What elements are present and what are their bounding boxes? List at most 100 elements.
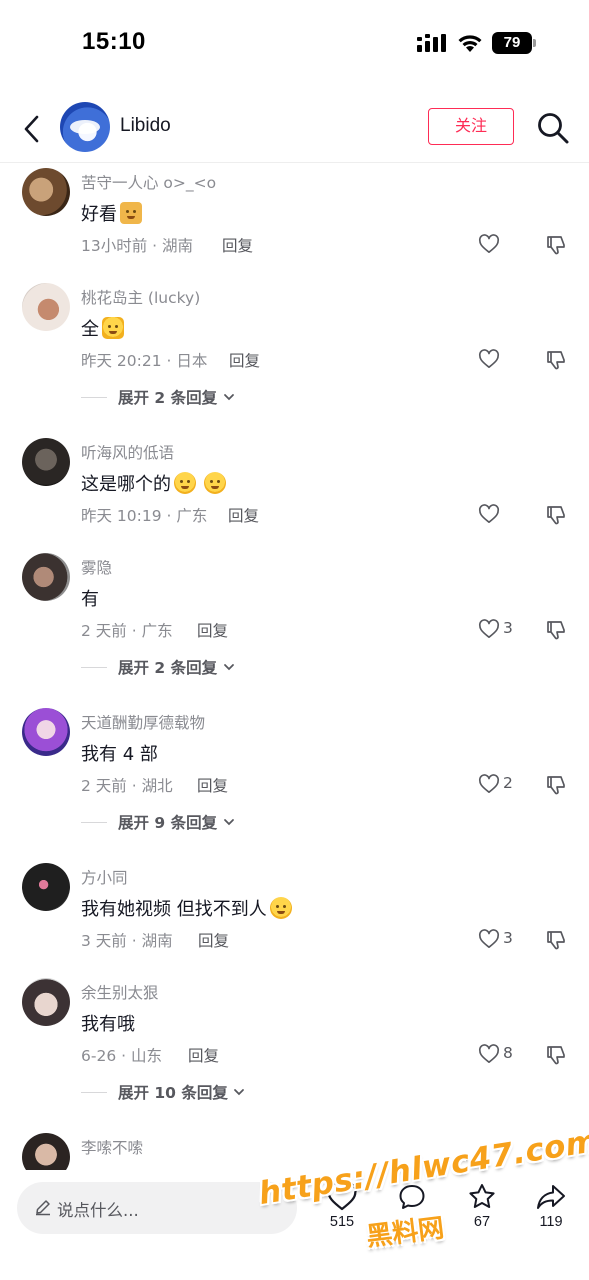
commenter-avatar[interactable] (22, 863, 70, 911)
commenter-name[interactable]: 余生别太狠 (81, 981, 159, 1003)
like-button[interactable] (478, 347, 528, 373)
commenter-name[interactable]: 听海风的低语 (81, 441, 174, 463)
thumbs-up-icon (102, 317, 124, 339)
comment-time-location: 2 天前 · 湖北 (81, 777, 173, 795)
comment-list[interactable]: 苦守一人心 o>_<o 好看 13小时前 · 湖南 回复 桃花岛主 (lucky… (0, 164, 589, 1170)
comment-time-location: 3 天前 · 湖南 (81, 932, 173, 950)
commenter-name[interactable]: 李嗦不嗦 (81, 1136, 143, 1158)
comment-item: 李嗦不嗦 (0, 1129, 589, 1170)
battery-level: 79 (492, 32, 532, 54)
like-count: 8 (503, 1044, 513, 1062)
comment-item: 雾隐 有 2 天前 · 广东 回复 3 展开 2 条回复 (0, 549, 589, 704)
expand-replies-label: 展开 9 条回复 (118, 814, 218, 832)
commenter-avatar[interactable] (22, 978, 70, 1026)
reply-button[interactable]: 回复 (197, 774, 228, 796)
heart-icon (478, 1044, 500, 1063)
comment-text: 这是哪个的 (81, 470, 226, 496)
reply-button[interactable]: 回复 (188, 1044, 219, 1066)
comment-item: 方小同 我有她视频 但找不到人 3 天前 · 湖南 回复 3 (0, 859, 589, 974)
commenter-avatar[interactable] (22, 553, 70, 601)
like-button[interactable]: 3 (478, 927, 528, 953)
reply-button[interactable]: 回复 (228, 504, 259, 526)
reply-button[interactable]: 回复 (229, 349, 260, 371)
heart-icon (478, 234, 500, 253)
pen-icon (36, 1200, 50, 1216)
comment-bubble-icon (399, 1185, 425, 1209)
commenter-name[interactable]: 方小同 (81, 866, 128, 888)
reply-button[interactable]: 回复 (198, 929, 229, 951)
dislike-icon[interactable] (545, 1044, 567, 1066)
dislike-icon[interactable] (545, 504, 567, 526)
like-count: 2 (503, 774, 513, 792)
profile-avatar[interactable] (60, 102, 110, 152)
reply-button[interactable]: 回复 (222, 234, 253, 256)
dislike-icon[interactable] (545, 349, 567, 371)
chevron-down-icon (224, 664, 234, 671)
like-button[interactable] (478, 232, 528, 258)
like-button[interactable]: 3 (478, 617, 528, 643)
dislike-icon[interactable] (545, 774, 567, 796)
follow-button[interactable]: 关注 (428, 108, 514, 145)
commenter-name[interactable]: 桃花岛主 (lucky) (81, 286, 200, 308)
comment-time-location: 2 天前 · 广东 (81, 622, 173, 640)
commenter-avatar[interactable] (22, 283, 70, 331)
comment-text: 好看 (81, 200, 142, 226)
reply-button[interactable]: 回复 (197, 619, 228, 641)
comment-item: 余生别太狠 我有哦 6-26 · 山东 回复 8 展开 10 条回复 (0, 974, 589, 1129)
heart-icon (478, 349, 500, 368)
bottom-action-bar: 说点什么... 515 67 119 (0, 1170, 589, 1280)
search-icon[interactable] (536, 111, 570, 145)
comment-item: 桃花岛主 (lucky) 全 昨天 20:21 · 日本 回复 展开 2 条回复 (0, 279, 589, 434)
share-count: 119 (539, 1214, 563, 1230)
star-icon (469, 1184, 495, 1208)
comment-item: 苦守一人心 o>_<o 好看 13小时前 · 湖南 回复 (0, 164, 589, 279)
dislike-icon[interactable] (545, 234, 567, 256)
dislike-icon[interactable] (545, 619, 567, 641)
status-bar: 15:10 79 (0, 0, 589, 88)
status-time: 15:10 (82, 28, 146, 55)
favorite-button[interactable]: 67 (460, 1182, 504, 1246)
dislike-icon[interactable] (545, 929, 567, 951)
commenter-name[interactable]: 苦守一人心 o>_<o (81, 171, 216, 193)
favorite-count: 67 (473, 1214, 491, 1230)
heart-icon (478, 929, 500, 948)
thinking-emoji-icon (204, 472, 226, 494)
cellular-signal-icon (417, 34, 446, 52)
heart-icon (478, 619, 500, 638)
thinking-emoji-icon (174, 472, 196, 494)
comment-input[interactable]: 说点什么... (17, 1182, 297, 1234)
profile-name[interactable]: Libido (120, 115, 171, 137)
heart-icon (478, 774, 500, 793)
comment-button[interactable] (390, 1182, 434, 1246)
like-count: 515 (329, 1214, 355, 1230)
like-button[interactable] (478, 502, 528, 528)
comment-input-placeholder: 说点什么... (57, 1201, 139, 1220)
share-button[interactable]: 119 (529, 1182, 573, 1246)
comment-time-location: 6-26 · 山东 (81, 1047, 162, 1065)
comment-item: 天道酬勤厚德载物 我有 4 部 2 天前 · 湖北 回复 2 展开 9 条回复 (0, 704, 589, 859)
comment-item: 听海风的低语 这是哪个的 昨天 10:19 · 广东 回复 (0, 434, 589, 549)
like-video-button[interactable]: 515 (320, 1182, 364, 1246)
chevron-down-icon (224, 394, 234, 401)
smile-emoji-icon (269, 897, 292, 919)
battery-icon: 79 (492, 32, 536, 54)
commenter-name[interactable]: 天道酬勤厚德载物 (81, 711, 205, 733)
comment-text: 我有她视频 但找不到人 (81, 895, 292, 921)
commenter-avatar[interactable] (22, 1133, 70, 1170)
expand-replies-button[interactable]: 展开 2 条回复 (81, 385, 281, 409)
like-button[interactable]: 2 (478, 772, 528, 798)
expand-replies-button[interactable]: 展开 9 条回复 (81, 810, 281, 834)
expand-replies-button[interactable]: 展开 2 条回复 (81, 655, 281, 679)
expand-replies-label: 展开 2 条回复 (118, 659, 218, 677)
expand-replies-button[interactable]: 展开 10 条回复 (81, 1080, 281, 1104)
commenter-avatar[interactable] (22, 438, 70, 486)
expand-replies-label: 展开 2 条回复 (118, 389, 218, 407)
commenter-avatar[interactable] (22, 168, 70, 216)
comment-time-location: 昨天 10:19 · 广东 (81, 507, 208, 525)
commenter-name[interactable]: 雾隐 (81, 556, 112, 578)
like-button[interactable]: 8 (478, 1042, 528, 1068)
chevron-down-icon (224, 819, 234, 826)
back-arrow-icon[interactable] (18, 111, 46, 147)
like-count: 3 (503, 929, 513, 947)
commenter-avatar[interactable] (22, 708, 70, 756)
